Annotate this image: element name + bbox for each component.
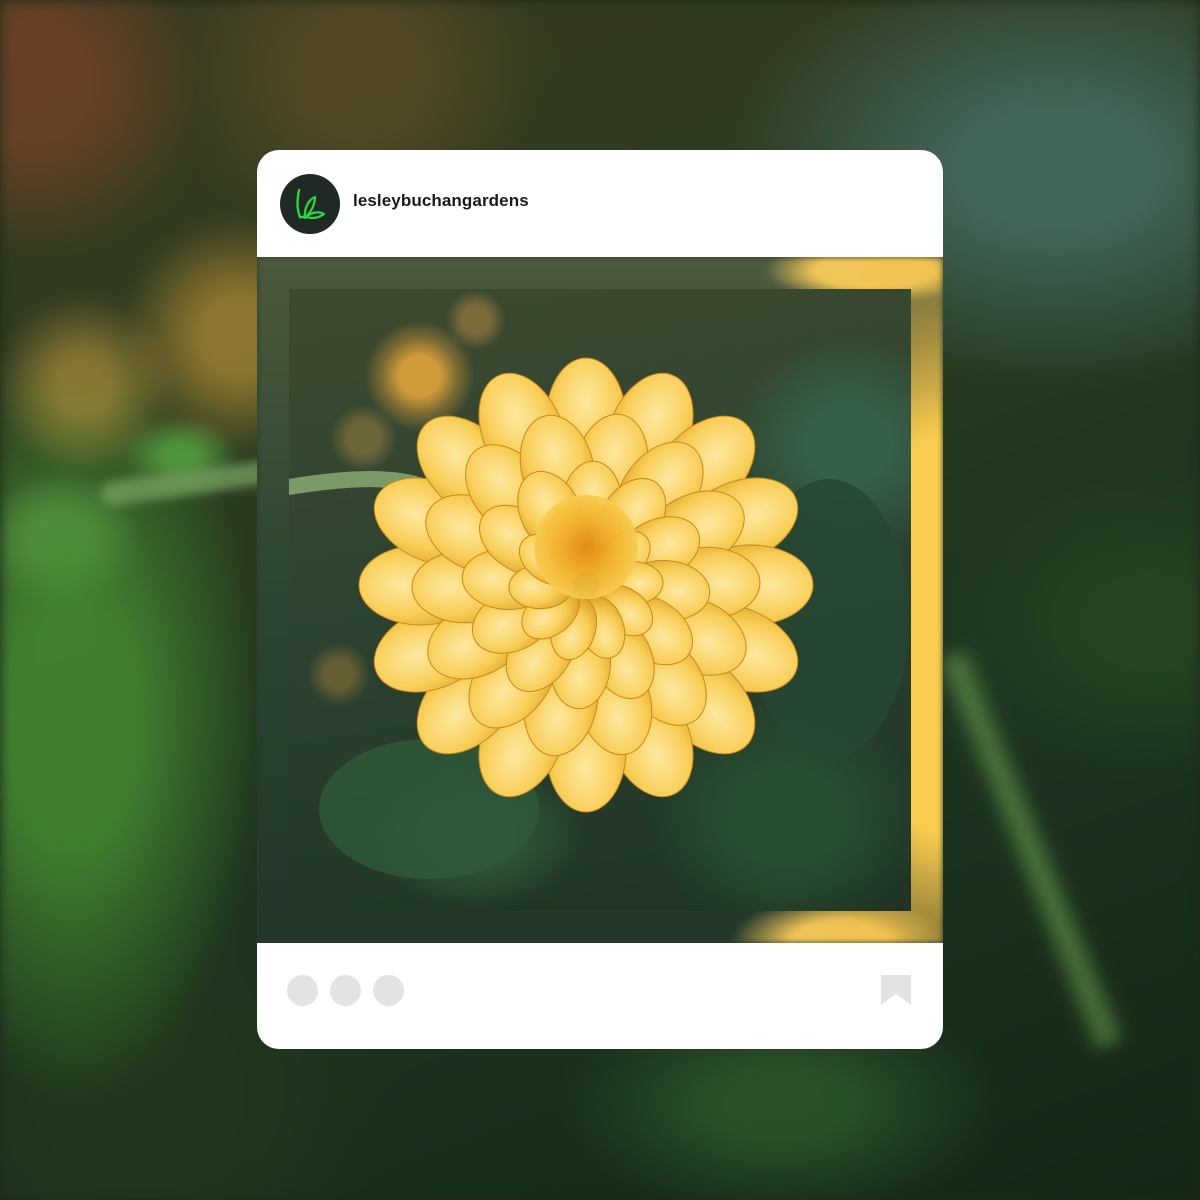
post-header: lesleybuchangardens <box>257 150 943 257</box>
action-dot-3[interactable] <box>373 975 404 1006</box>
action-dot-2[interactable] <box>330 975 361 1006</box>
dahlia-flower <box>289 357 909 879</box>
username[interactable]: lesleybuchangardens <box>353 191 529 211</box>
action-dot-1[interactable] <box>287 975 318 1006</box>
lb-leaf-logo-icon <box>296 188 326 220</box>
yellow-dahlia-photo <box>289 289 911 911</box>
avatar[interactable] <box>280 174 340 234</box>
post-footer <box>257 943 943 1049</box>
instagram-post-mockup: lesleybuchangardens <box>0 0 1200 1200</box>
bookmark-icon[interactable] <box>881 975 911 1005</box>
post-photo[interactable] <box>257 257 943 943</box>
post-card: lesleybuchangardens <box>257 150 943 1049</box>
